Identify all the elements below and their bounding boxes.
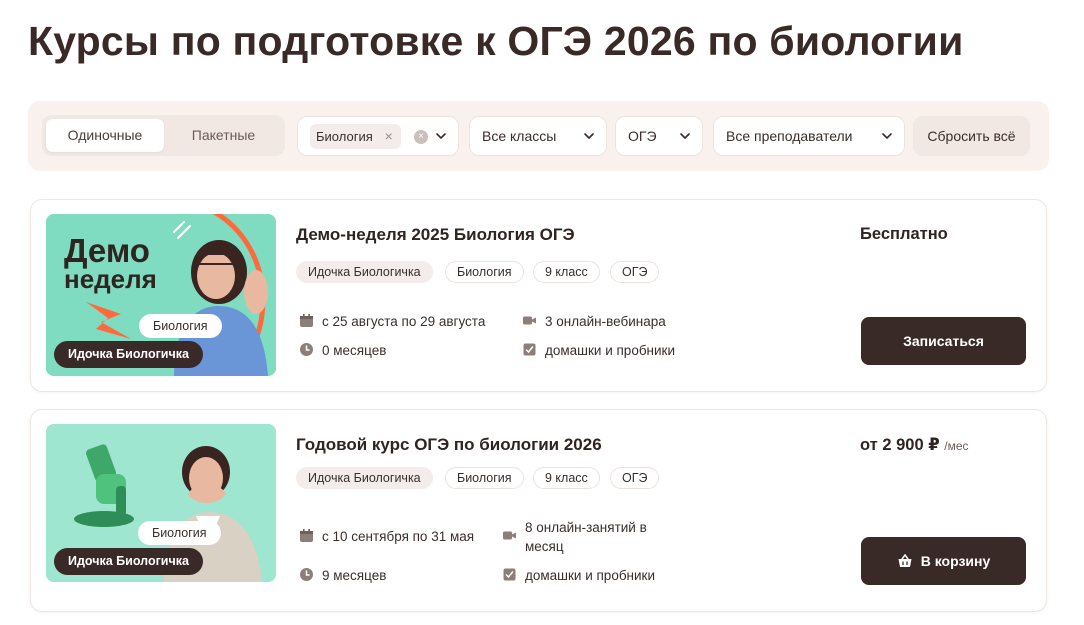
course-dates-text: с 25 августа по 29 августа (322, 314, 486, 329)
course-price: Бесплатно (860, 225, 948, 244)
tag-grade: 9 класс (533, 261, 600, 283)
clear-icon[interactable]: × (414, 130, 428, 144)
course-dates-text: с 10 сентября по 31 мая (322, 529, 475, 544)
video-camera-icon (503, 531, 516, 540)
course-duration-text: 0 месяцев (322, 343, 387, 358)
course-lessons-text: 8 онлайн-занятий в месяц (525, 518, 647, 556)
checklist-icon (523, 343, 536, 356)
clock-icon (300, 343, 313, 356)
course-homework-text: домашки и пробники (545, 343, 675, 358)
basket-icon (898, 553, 912, 567)
course-homework: домашки и пробники (502, 566, 655, 585)
thumb-title-line1: Демо (64, 232, 150, 269)
add-to-cart-button[interactable]: В корзину (861, 537, 1026, 585)
course-lessons-line2: месяц (525, 539, 564, 554)
filter-bar: Одиночные Пакетные Биология × × Все клас… (28, 101, 1049, 171)
course-duration: 9 месяцев (299, 566, 386, 585)
exam-select-label: ОГЭ (628, 128, 657, 144)
teacher-select-label: Все преподаватели (726, 128, 853, 144)
video-camera-icon (523, 316, 536, 325)
course-title[interactable]: Демо-неделя 2025 Биология ОГЭ (296, 225, 575, 245)
tag-teacher: Идочка Биологичка (296, 467, 433, 489)
course-lessons-line1: 8 онлайн-занятий в (525, 520, 647, 535)
tag-grade: 9 класс (533, 467, 600, 489)
course-dates: с 10 сентября по 31 мая (299, 527, 474, 546)
chevron-down-icon (680, 133, 690, 139)
enroll-button[interactable]: Записаться (861, 317, 1026, 365)
grade-select[interactable]: Все классы (469, 116, 607, 156)
tag-subject: Биология (445, 261, 524, 283)
checklist-icon (503, 568, 516, 581)
chevron-down-icon (882, 133, 892, 139)
tag-exam: ОГЭ (610, 467, 660, 489)
toggle-single[interactable]: Одиночные (46, 119, 164, 152)
course-lessons-text: 3 онлайн-вебинара (545, 314, 666, 329)
thumb-teacher-pill: Идочка Биологичка (54, 341, 203, 368)
subject-chip: Биология × (310, 124, 401, 149)
thumb-subject-pill: Биология (138, 521, 221, 545)
course-lessons: 8 онлайн-занятий в месяц (502, 518, 647, 556)
enroll-button-label: Записаться (903, 333, 984, 349)
course-homework-text: домашки и пробники (525, 568, 655, 583)
course-card: Демо неделя Биология Идочка Биологичка Д… (30, 199, 1047, 392)
course-price: от 2 900 ₽ /мес (860, 435, 969, 455)
calendar-icon (300, 314, 313, 327)
price-value: Бесплатно (860, 225, 948, 243)
chevron-down-icon (584, 133, 594, 139)
price-unit: /мес (944, 439, 969, 453)
tag-teacher: Идочка Биологичка (296, 261, 433, 283)
thumb-title-line2: неделя (64, 264, 157, 294)
reset-filters-button[interactable]: Сбросить всё (913, 116, 1030, 156)
course-lessons: 3 онлайн-вебинара (522, 312, 666, 331)
course-homework: домашки и пробники (522, 341, 675, 360)
grade-select-label: Все классы (482, 128, 557, 144)
clock-icon (300, 568, 313, 581)
course-thumbnail[interactable]: Биология Идочка Биологичка (46, 424, 276, 582)
price-value: от 2 900 ₽ (860, 436, 940, 454)
course-duration-text: 9 месяцев (322, 568, 387, 583)
exam-select[interactable]: ОГЭ (615, 116, 703, 156)
remove-chip-icon[interactable]: × (385, 124, 393, 149)
page-title: Курсы по подготовке к ОГЭ 2026 по биолог… (28, 18, 964, 64)
calendar-icon (300, 529, 313, 542)
add-to-cart-label: В корзину (920, 553, 991, 569)
tag-subject: Биология (445, 467, 524, 489)
chevron-down-icon (436, 133, 446, 139)
tag-exam: ОГЭ (610, 261, 660, 283)
course-type-toggle: Одиночные Пакетные (42, 115, 285, 156)
course-duration: 0 месяцев (299, 341, 386, 360)
teacher-select[interactable]: Все преподаватели (713, 116, 905, 156)
thumb-subject-pill: Биология (139, 314, 222, 338)
course-title[interactable]: Годовой курс ОГЭ по биологии 2026 (296, 435, 602, 455)
course-card: Биология Идочка Биологичка Годовой курс … (30, 409, 1047, 612)
toggle-package[interactable]: Пакетные (166, 119, 281, 152)
course-thumbnail[interactable]: Демо неделя Биология Идочка Биологичка (46, 214, 276, 376)
course-dates: с 25 августа по 29 августа (299, 312, 485, 331)
thumb-teacher-pill: Идочка Биологичка (54, 548, 203, 575)
subject-select[interactable]: Биология × × (297, 116, 459, 156)
subject-chip-label: Биология (316, 129, 373, 144)
